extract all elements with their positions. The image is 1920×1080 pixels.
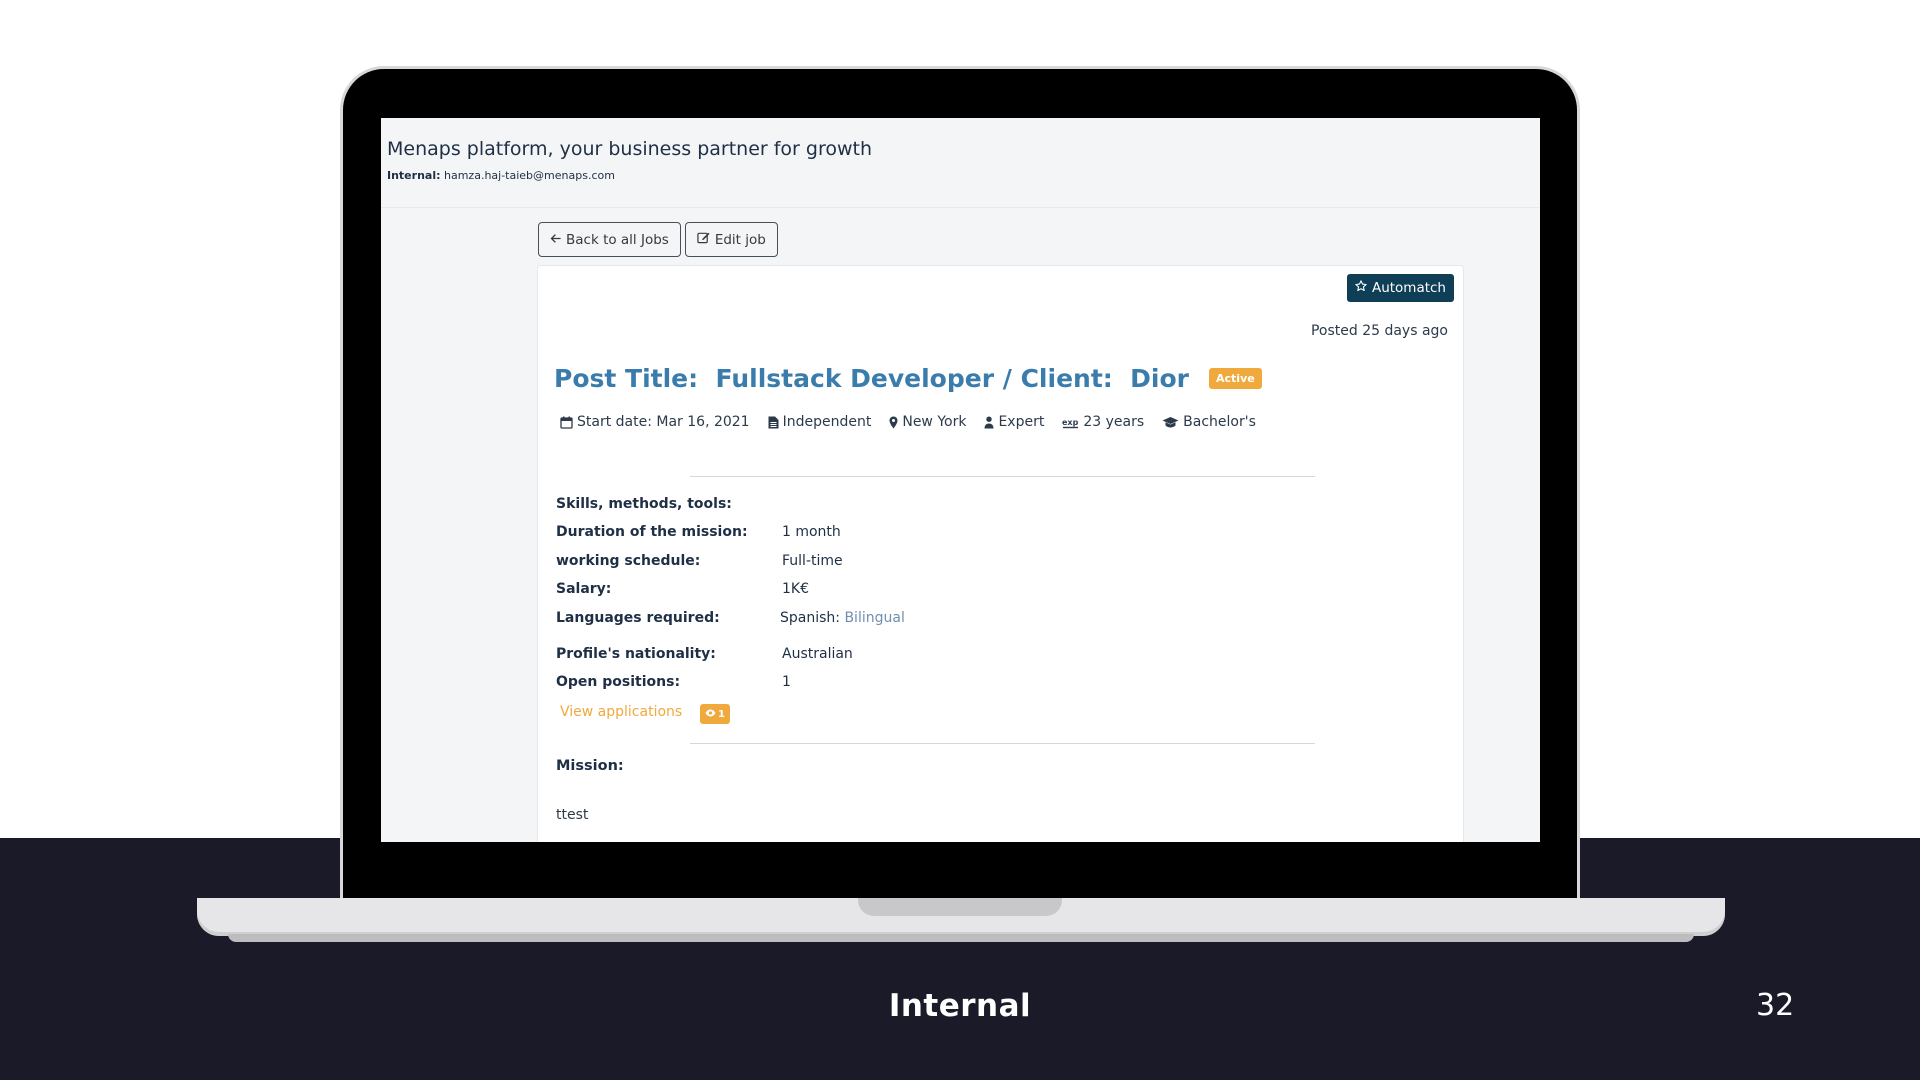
calendar-icon — [560, 416, 573, 429]
meta-location: New York — [889, 414, 966, 430]
education-text: Bachelor's — [1183, 414, 1256, 430]
location-text: New York — [902, 414, 967, 430]
meta-experience: exp 23 years — [1062, 414, 1144, 430]
meta-contract: Independent — [768, 414, 872, 430]
automatch-button[interactable]: Automatch — [1346, 274, 1454, 302]
view-applications-link[interactable]: View applications — [560, 704, 682, 720]
automatch-label: Automatch — [1371, 280, 1446, 296]
meta-start-date: Start date: Mar 16, 2021 — [560, 414, 750, 430]
detail-label: Skills, methods, tools: — [556, 496, 732, 512]
user-icon — [984, 416, 994, 429]
detail-label: Languages required: — [556, 610, 720, 626]
contract-text: Independent — [782, 414, 872, 430]
meta-level: Expert — [984, 414, 1044, 430]
back-to-jobs-label: Back to all Jobs — [566, 231, 669, 248]
divider-bottom — [690, 743, 1315, 744]
job-title-row: Post Title: Fullstack Developer / Client… — [554, 364, 1262, 393]
internal-email: hamza.haj-taieb@menaps.com — [444, 169, 615, 182]
posted-time: Posted 25 days ago — [1310, 323, 1448, 339]
eye-icon — [705, 709, 716, 720]
job-meta-row: Start date: Mar 16, 2021 Independent New… — [560, 414, 1256, 430]
laptop-screen: Menaps platform, your business partner f… — [381, 118, 1540, 842]
language-level: Bilingual — [844, 610, 905, 626]
slide-page-number: 32 — [1756, 988, 1795, 1023]
meta-education: Bachelor's — [1162, 414, 1256, 430]
applications-count: 1 — [718, 708, 725, 720]
internal-label: Internal: — [387, 169, 441, 182]
detail-label: Profile's nationality: — [556, 646, 716, 662]
edit-icon — [697, 231, 710, 248]
app-title: Menaps platform, your business partner f… — [387, 138, 873, 160]
slide-footer-label: Internal — [888, 988, 1032, 1024]
edit-job-label: Edit job — [714, 231, 766, 248]
detail-value: 1 month — [782, 524, 841, 540]
arrow-left-icon — [550, 232, 561, 248]
map-marker-icon — [889, 416, 898, 429]
job-title: Post Title: Fullstack Developer / Client… — [554, 364, 1189, 393]
edit-job-button[interactable]: Edit job — [684, 222, 778, 257]
detail-label: Salary: — [556, 581, 612, 597]
detail-value: 1K€ — [782, 581, 809, 597]
detail-label: Duration of the mission: — [556, 524, 748, 540]
start-date-text: Start date: Mar 16, 2021 — [577, 414, 750, 430]
job-card: Automatch Posted 25 days ago Post Title:… — [537, 265, 1464, 842]
document-icon — [768, 416, 779, 429]
internal-user-line: Internal: hamza.haj-taieb@menaps.com — [387, 169, 615, 182]
detail-value: Full-time — [782, 553, 843, 569]
svg-text:exp: exp — [1062, 418, 1079, 427]
app-header: Menaps platform, your business partner f… — [381, 118, 1540, 208]
detail-value: Spanish: Bilingual — [780, 610, 905, 626]
back-to-jobs-button[interactable]: Back to all Jobs — [538, 222, 681, 257]
mission-text: ttest — [556, 807, 589, 823]
experience-text: 23 years — [1083, 414, 1145, 430]
laptop-base-lip — [228, 934, 1694, 942]
star-icon — [1355, 280, 1367, 296]
level-text: Expert — [998, 414, 1045, 430]
mission-heading: Mission: — [556, 758, 624, 774]
experience-icon: exp — [1062, 416, 1079, 429]
laptop-notch — [858, 898, 1062, 916]
status-badge: Active — [1209, 368, 1262, 389]
divider-top — [690, 476, 1315, 477]
detail-label: working schedule: — [556, 553, 701, 569]
job-toolbar: Back to all Jobs Edit job — [538, 222, 778, 257]
detail-label: Open positions: — [556, 674, 681, 690]
applications-count-badge[interactable]: 1 — [700, 704, 730, 724]
detail-value: 1 — [782, 674, 791, 690]
graduation-cap-icon — [1162, 416, 1179, 429]
detail-value: Australian — [782, 646, 853, 662]
language-name: Spanish: — [780, 610, 840, 626]
